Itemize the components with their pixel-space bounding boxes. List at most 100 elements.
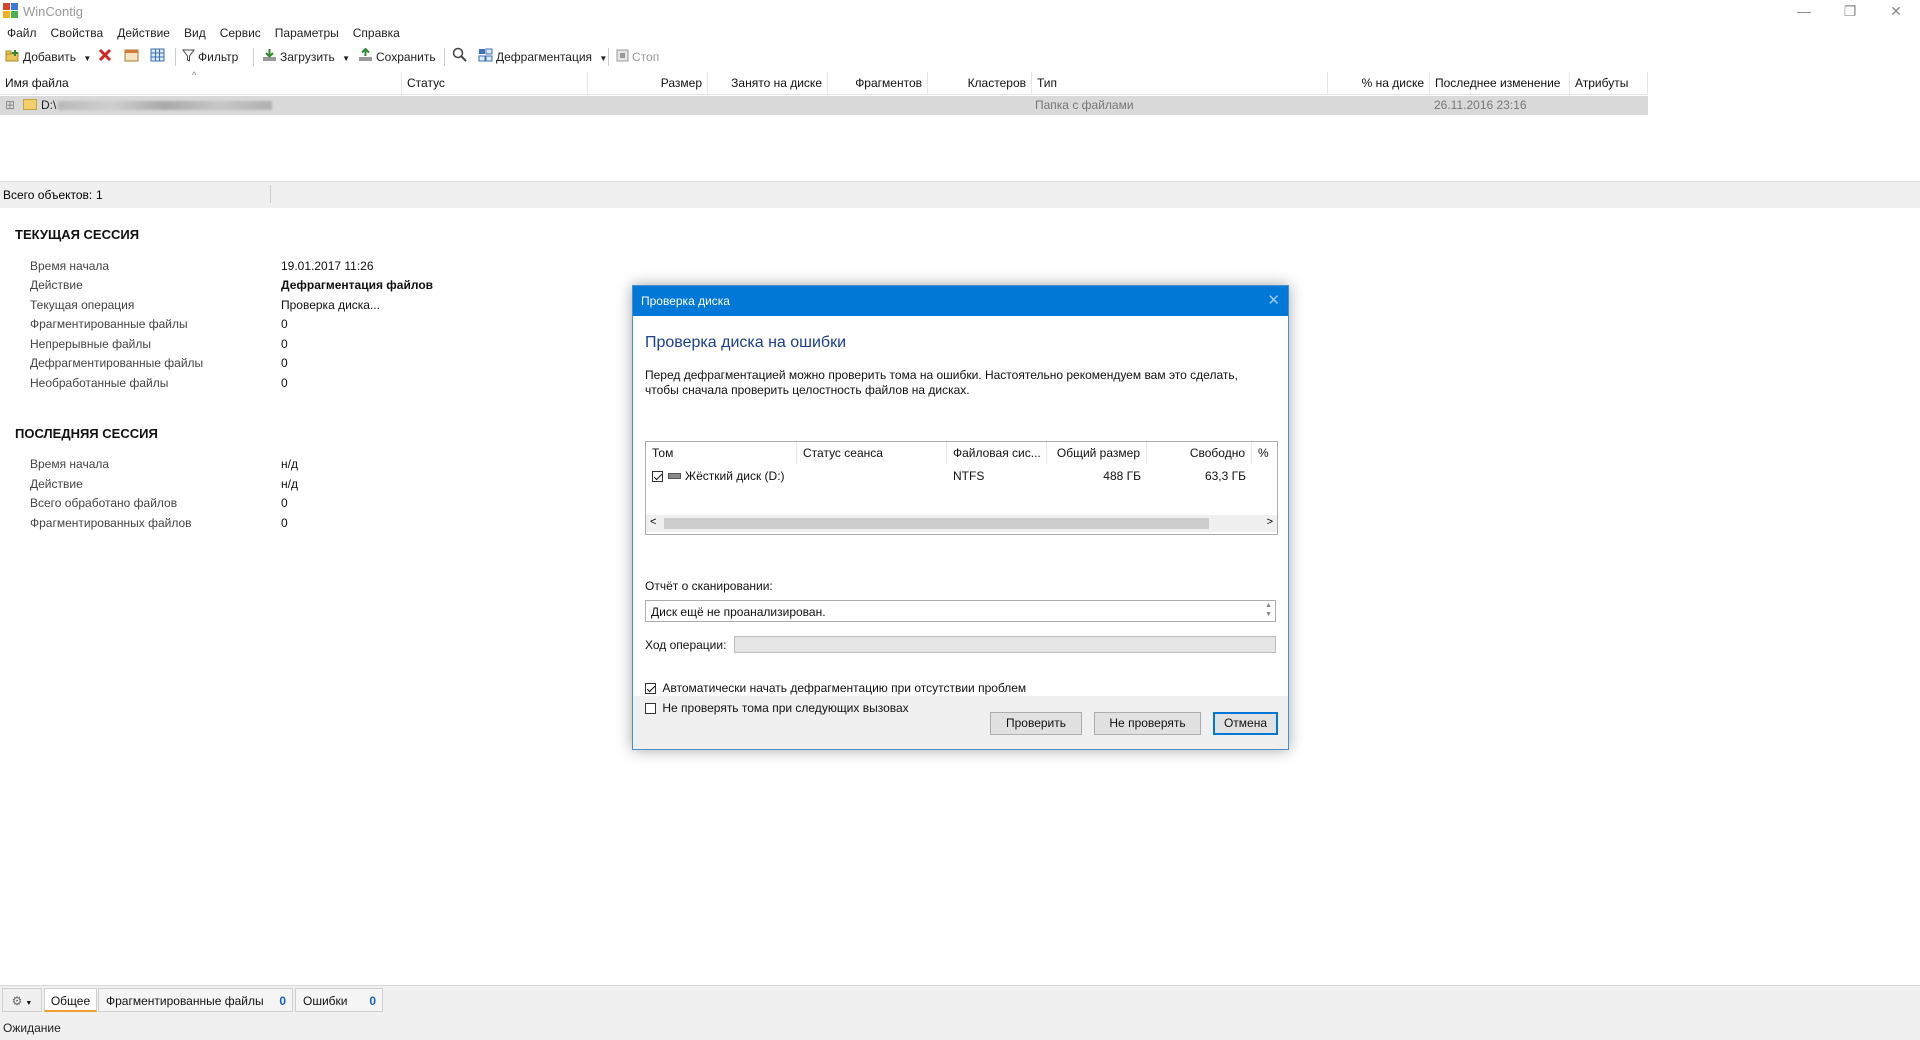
cs-fragmented-label: Фрагментированные файлы xyxy=(30,317,188,331)
menu-properties[interactable]: Свойства xyxy=(44,24,111,42)
volume-total: 488 ГБ xyxy=(1103,469,1141,483)
column-size[interactable]: Размер xyxy=(588,72,708,94)
blurred-path xyxy=(58,101,272,110)
column-disk-usage[interactable]: Занято на диске xyxy=(708,72,828,94)
load-button[interactable]: Загрузить ▼ xyxy=(262,46,350,68)
cs-unprocessed-label: Необработанные файлы xyxy=(30,376,169,390)
filter-button[interactable]: Фильтр xyxy=(182,46,238,68)
defrag-button[interactable]: Дефрагментация ▼ xyxy=(478,46,607,68)
window-title: WinContig xyxy=(23,4,83,19)
restore-button[interactable]: ❐ xyxy=(1827,0,1873,24)
vol-col-percent[interactable]: % xyxy=(1252,442,1277,464)
cs-unprocessed-value: 0 xyxy=(281,376,288,390)
vol-col-fs[interactable]: Файловая сис... xyxy=(947,442,1047,464)
column-fragments[interactable]: Фрагментов xyxy=(828,72,928,94)
scan-report-label: Отчёт о сканировании: xyxy=(645,579,773,593)
column-type[interactable]: Тип xyxy=(1032,72,1328,94)
check-button[interactable]: Проверить xyxy=(990,712,1082,735)
table-row[interactable]: ⊞ D:\ Папка с файлами 26.11.2016 23:16 xyxy=(0,96,1648,115)
column-modified[interactable]: Последнее изменение xyxy=(1430,72,1570,94)
skip-check-checkbox[interactable] xyxy=(645,703,656,715)
menu-action[interactable]: Действие xyxy=(110,24,177,42)
search-icon xyxy=(452,47,467,69)
volume-name: Жёсткий диск (D:) xyxy=(685,469,785,483)
defrag-label: Дефрагментация xyxy=(496,50,593,64)
app-logo-icon xyxy=(3,3,18,18)
dialog-close-icon[interactable]: ✕ xyxy=(1267,291,1280,309)
tab-general[interactable]: Общее xyxy=(44,988,97,1012)
minimize-button[interactable]: — xyxy=(1781,0,1827,24)
skip-button[interactable]: Не проверять xyxy=(1094,712,1201,735)
cancel-button[interactable]: Отмена xyxy=(1213,712,1278,735)
menu-service[interactable]: Сервис xyxy=(213,24,268,42)
volume-free: 63,3 ГБ xyxy=(1204,469,1246,483)
dialog-title: Проверка диска xyxy=(641,294,730,308)
column-status[interactable]: Статус xyxy=(402,72,588,94)
auto-defrag-label: Автоматически начать дефрагментацию при … xyxy=(662,681,1027,695)
cs-start-value: 19.01.2017 11:26 xyxy=(281,259,374,273)
column-attributes[interactable]: Атрибуты xyxy=(1570,72,1648,94)
skip-check-option[interactable]: Не проверять тома при следующих вызовах xyxy=(645,701,909,715)
load-dropdown-icon[interactable]: ▼ xyxy=(342,54,350,63)
settings-menu-button[interactable]: ⚙ ▼ xyxy=(2,988,42,1012)
dialog-body: Проверка диска на ошибки Перед дефрагмен… xyxy=(633,316,1288,715)
ls-action-label: Действие xyxy=(30,477,83,491)
scroll-left-icon[interactable]: < xyxy=(650,516,656,528)
vol-col-total[interactable]: Общий размер xyxy=(1047,442,1147,464)
volume-table: Том Статус сеанса Файловая сис... Общий … xyxy=(645,441,1278,535)
load-icon xyxy=(262,47,277,69)
cs-start-label: Время начала xyxy=(30,259,110,273)
status-text: Ожидание xyxy=(3,1021,61,1035)
ls-fragmented-label: Фрагментированных файлов xyxy=(30,516,192,530)
menu-file[interactable]: Файл xyxy=(0,24,44,42)
close-window-button[interactable]: ✕ xyxy=(1873,0,1919,24)
menu-parameters[interactable]: Параметры xyxy=(268,24,346,42)
stop-button[interactable]: Стоп xyxy=(616,46,659,68)
properties-button[interactable] xyxy=(124,46,142,68)
menu-view[interactable]: Вид xyxy=(177,24,213,42)
save-label: Сохранить xyxy=(376,50,436,64)
add-button[interactable]: Добавить ▼ xyxy=(5,46,91,68)
toolbar: Добавить ▼ Фильтр Загрузить ▼ Сохранить … xyxy=(0,45,1920,69)
delete-icon xyxy=(98,47,112,69)
columns-button[interactable] xyxy=(150,46,168,68)
ls-start-value: н/д xyxy=(281,457,298,471)
vol-col-status[interactable]: Статус сеанса xyxy=(797,442,947,464)
tab-errors-count: 0 xyxy=(369,994,376,1008)
row-filename: D:\ xyxy=(41,98,57,112)
column-clusters[interactable]: Кластеров xyxy=(928,72,1032,94)
tab-errors[interactable]: Ошибки 0 xyxy=(295,988,383,1012)
gear-icon: ⚙ xyxy=(11,994,23,1008)
column-disk-percent[interactable]: % на диске xyxy=(1328,72,1430,94)
column-filename[interactable]: Имя файла ^ xyxy=(0,70,402,94)
scan-report-text: Диск ещё не проанализирован. xyxy=(651,605,826,619)
horizontal-scrollbar[interactable]: < > xyxy=(646,515,1277,532)
filter-label: Фильтр xyxy=(198,50,239,64)
vol-col-volume[interactable]: Том xyxy=(646,442,797,464)
cs-fragmented-value: 0 xyxy=(281,317,288,331)
list-status-bar: Всего объектов: 1 xyxy=(0,181,1920,208)
dialog-heading: Проверка диска на ошибки xyxy=(645,334,847,351)
tab-fragmented-files[interactable]: Фрагментированные файлы 0 xyxy=(98,988,293,1012)
volume-checkbox[interactable] xyxy=(652,467,663,485)
expand-icon[interactable]: ⊞ xyxy=(5,96,15,115)
file-list-header: Имя файла ^ Статус Размер Занято на диске… xyxy=(0,70,1648,95)
menu-help[interactable]: Справка xyxy=(346,24,407,42)
scroll-right-icon[interactable]: > xyxy=(1267,516,1273,528)
scan-report-field[interactable]: Диск ещё не проанализирован. ▲ ▼ xyxy=(645,600,1276,622)
auto-defrag-option[interactable]: Автоматически начать дефрагментацию при … xyxy=(645,681,1026,695)
spin-arrows-icon[interactable]: ▲ ▼ xyxy=(1265,601,1272,619)
search-button[interactable] xyxy=(452,46,470,68)
vol-col-free[interactable]: Свободно xyxy=(1147,442,1252,464)
row-type: Папка с файлами xyxy=(1035,98,1134,112)
defrag-dropdown-icon[interactable]: ▼ xyxy=(599,54,607,63)
dialog-description: Перед дефрагментацией можно проверить то… xyxy=(645,368,1238,397)
save-button[interactable]: Сохранить xyxy=(358,46,436,68)
load-label: Загрузить xyxy=(280,50,335,64)
remove-button[interactable] xyxy=(98,46,115,68)
add-dropdown-icon[interactable]: ▼ xyxy=(83,54,91,63)
tab-fragmented-label: Фрагментированные файлы xyxy=(106,994,264,1008)
last-session-title: ПОСЛЕДНЯЯ СЕССИЯ xyxy=(15,426,158,441)
scrollbar-thumb[interactable] xyxy=(664,518,1209,529)
auto-defrag-checkbox[interactable] xyxy=(645,683,656,695)
